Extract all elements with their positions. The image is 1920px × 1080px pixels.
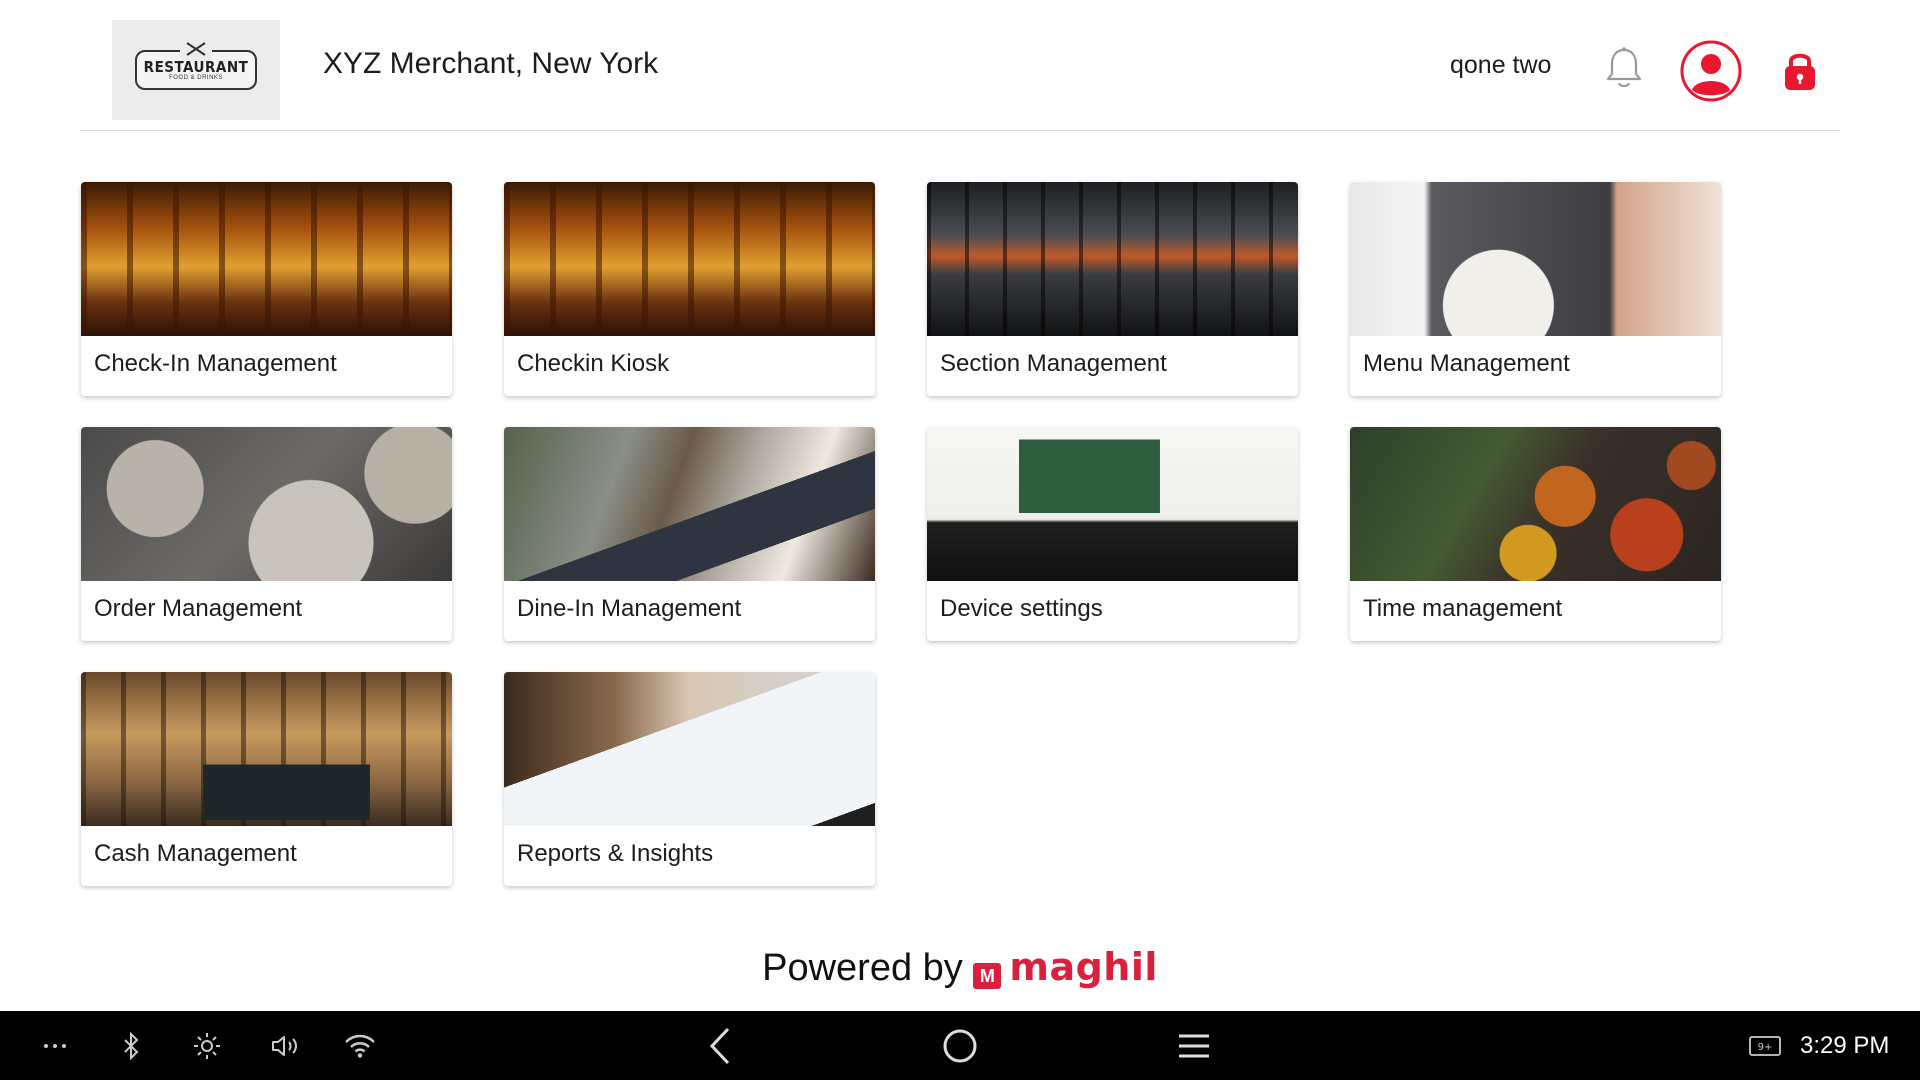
tile-image	[504, 182, 875, 336]
tile-label: Checkin Kiosk	[517, 350, 670, 377]
more-icon[interactable]	[40, 1011, 70, 1080]
tile-label: Menu Management	[1363, 350, 1570, 377]
tile-time-management[interactable]: Time management	[1350, 427, 1721, 641]
tile-image	[81, 182, 452, 336]
system-nav-bar: 9+ 3:29 PM	[0, 1011, 1920, 1080]
tile-label: Device settings	[940, 595, 1103, 622]
tile-label: Cash Management	[94, 840, 297, 867]
restaurant-logo[interactable]: RESTAURANT FOOD & DRINKS	[112, 20, 280, 120]
powered-by: Powered by Mmaghil	[0, 945, 1920, 990]
tile-checkin-kiosk[interactable]: Checkin Kiosk	[504, 182, 875, 396]
volume-icon[interactable]	[268, 1011, 302, 1080]
recents-icon[interactable]	[1172, 1011, 1216, 1080]
tile-menu-management[interactable]: Menu Management	[1350, 182, 1721, 396]
system-clock: 3:29 PM	[1800, 1032, 1890, 1059]
tile-order-management[interactable]: Order Management	[81, 427, 452, 641]
tile-dine-in-management[interactable]: Dine-In Management	[504, 427, 875, 641]
app-header: RESTAURANT FOOD & DRINKS XYZ Merchant, N…	[80, 0, 1840, 131]
logo-badge: RESTAURANT FOOD & DRINKS	[135, 42, 257, 90]
tile-label: Dine-In Management	[517, 595, 742, 622]
brightness-icon[interactable]	[192, 1011, 222, 1080]
merchant-title: XYZ Merchant, New York	[323, 47, 659, 80]
tile-check-in-management[interactable]: Check-In Management	[81, 182, 452, 396]
tile-image	[504, 672, 875, 826]
maghil-logo-icon: M	[973, 963, 1002, 989]
brand-name: maghil	[1009, 945, 1158, 989]
user-circle-icon[interactable]	[1680, 40, 1742, 102]
tile-label: Section Management	[940, 350, 1167, 377]
tile-image	[1350, 427, 1721, 581]
tile-image	[927, 427, 1298, 581]
svg-text:9+: 9+	[1758, 1042, 1773, 1053]
tile-image	[927, 182, 1298, 336]
tile-cash-management[interactable]: Cash Management	[81, 672, 452, 886]
bluetooth-icon[interactable]	[116, 1011, 146, 1080]
logo-subtext: FOOD & DRINKS	[169, 74, 223, 81]
keyboard-icon[interactable]: 9+	[1748, 1011, 1782, 1080]
tile-device-settings[interactable]: Device settings	[927, 427, 1298, 641]
wifi-icon[interactable]	[342, 1011, 378, 1080]
tile-section-management[interactable]: Section Management	[927, 182, 1298, 396]
home-icon[interactable]	[938, 1011, 982, 1080]
tile-image	[504, 427, 875, 581]
bell-icon[interactable]	[1604, 46, 1644, 90]
powered-by-text: Powered by	[762, 947, 963, 989]
tile-label: Check-In Management	[94, 350, 337, 377]
back-icon[interactable]	[700, 1011, 740, 1080]
tile-label: Order Management	[94, 595, 303, 622]
lock-icon[interactable]	[1780, 48, 1820, 92]
tile-reports-insights[interactable]: Reports & Insights	[504, 672, 875, 886]
tile-label: Time management	[1363, 595, 1563, 622]
tile-image	[81, 427, 452, 581]
tile-image	[1350, 182, 1721, 336]
tile-label: Reports & Insights	[517, 840, 714, 867]
tile-image	[81, 672, 452, 826]
user-name[interactable]: qone two	[1450, 51, 1551, 80]
cutlery-icon	[180, 42, 212, 61]
